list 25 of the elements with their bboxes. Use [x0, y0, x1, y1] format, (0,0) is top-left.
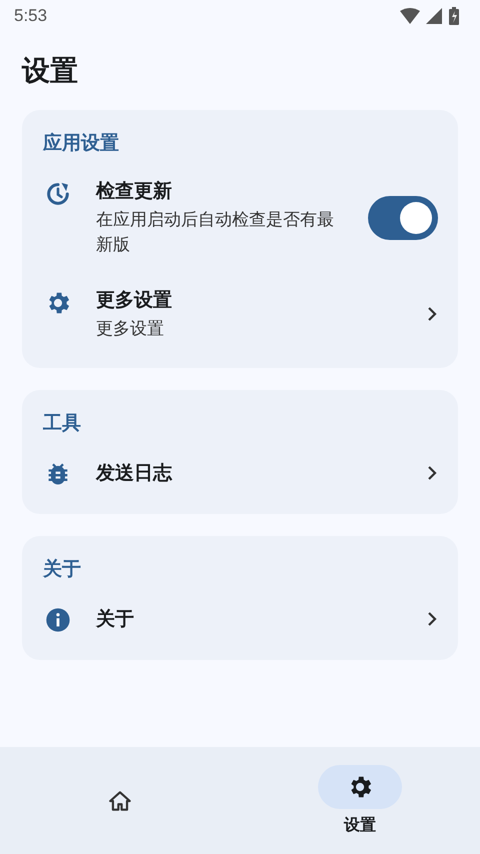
chevron-right-icon [426, 306, 438, 322]
section-title: 关于 [43, 557, 81, 582]
item-title: 更多设置 [96, 288, 172, 313]
nav-tab[interactable] [318, 765, 402, 809]
status-time: 5:53 [14, 6, 48, 26]
item-title: 检查更新 [96, 178, 172, 204]
item-title: 发送日志 [96, 461, 172, 486]
signal-icon [426, 8, 442, 24]
item-title: 关于 [96, 607, 134, 632]
settings-item[interactable]: 检查更新 在应用启动后自动检查是否有最新版 [22, 164, 458, 273]
section-title: 工具 [43, 411, 81, 436]
chevron-right-icon [426, 611, 438, 628]
section-title: 应用设置 [43, 130, 119, 156]
item-description: 在应用启动后自动检查是否有最新版 [96, 208, 335, 258]
info-icon [44, 606, 72, 634]
wifi-icon [400, 8, 420, 24]
chevron-right-icon [426, 465, 438, 482]
settings-item[interactable]: 更多设置 更多设置 [22, 272, 458, 356]
nav-label: 设置 [344, 815, 376, 836]
toggle-switch[interactable] [368, 196, 438, 240]
settings-item[interactable]: 发送日志 [22, 444, 458, 502]
battery-icon [448, 7, 460, 25]
page-title: 设置 [22, 54, 78, 88]
item-description: 更多设置 [96, 318, 164, 341]
settings-item[interactable]: 关于 [22, 590, 458, 648]
